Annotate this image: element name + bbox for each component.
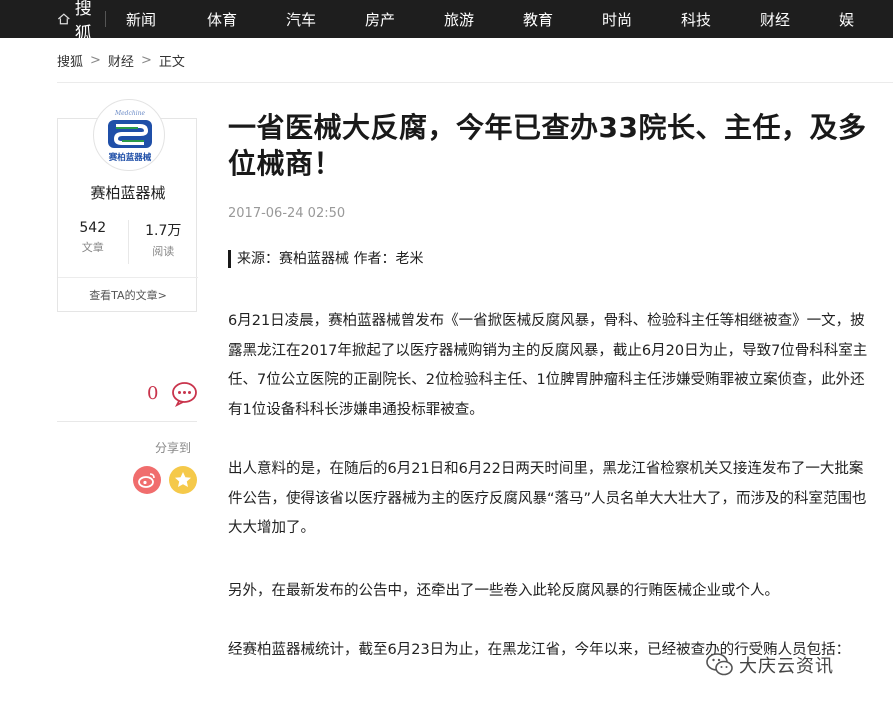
author-logo: Medchine 赛柏蓝器械: [108, 110, 152, 163]
author-stats: 542 文章 1.7万 阅读: [58, 220, 198, 264]
share-favorite-button[interactable]: [169, 466, 197, 494]
article-paragraph: 6月21日凌晨，赛柏蓝器械曾发布《一省掀医械反腐风暴，骨科、检验科主任等相继被查…: [228, 313, 868, 418]
watermark-text: 大庆云资讯: [739, 656, 834, 677]
comment-count[interactable]: 0: [147, 383, 158, 404]
stat-reads: 1.7万 阅读: [127, 220, 199, 264]
side-divider: [57, 421, 197, 422]
breadcrumb-current: 正文: [158, 55, 185, 70]
nav-item-auto[interactable]: 汽车: [264, 9, 343, 30]
weibo-icon: [138, 473, 155, 488]
article-source: 来源：赛柏蓝器械 作者：老米: [228, 250, 423, 268]
comment-icon[interactable]: [171, 380, 198, 407]
nav-item-sports[interactable]: 体育: [185, 9, 264, 30]
author-name[interactable]: 赛柏蓝器械: [58, 182, 198, 203]
sohu-home-link[interactable]: 搜狐: [0, 0, 106, 38]
reads-count: 1.7万: [145, 223, 182, 239]
breadcrumb-finance[interactable]: 财经: [108, 51, 134, 70]
home-icon: [57, 13, 70, 25]
nav-item-entertainment[interactable]: 娱: [817, 9, 893, 30]
share-weibo-button[interactable]: [133, 466, 161, 494]
logo-caption: 赛柏蓝器械: [108, 152, 152, 163]
author-card: Medchine 赛柏蓝器械 赛柏蓝器械 542 文章 1.7万 阅读 查看TA…: [57, 99, 198, 312]
author-avatar[interactable]: Medchine 赛柏蓝器械: [93, 99, 165, 171]
stat-articles: 542 文章: [58, 220, 128, 264]
share-label: 分享到: [155, 441, 192, 455]
nav-item-education[interactable]: 教育: [501, 9, 580, 30]
article-paragraph: 另外，在最新发布的公告中，还牵出了一些卷入此轮反腐风暴的行贿医械企业或个人。: [228, 583, 779, 599]
watermark: 大庆云资讯: [705, 651, 834, 679]
chevron-right-icon: >: [90, 53, 101, 68]
nav-item-fashion[interactable]: 时尚: [580, 9, 659, 30]
logo-caption-top: Medchine: [114, 110, 146, 117]
breadcrumb-divider: [57, 82, 893, 83]
article-paragraph: 出人意料的是，在随后的6月21日和6月22日两天时间里，黑龙江省检察机关又接连发…: [228, 461, 867, 536]
nav-item-news[interactable]: 新闻: [106, 9, 185, 30]
chevron-right-icon: >: [140, 53, 152, 68]
nav-item-house[interactable]: 房产: [343, 9, 422, 30]
nav-item-finance[interactable]: 财经: [738, 9, 817, 30]
nav-item-tech[interactable]: 科技: [659, 9, 738, 30]
breadcrumb-home[interactable]: 搜狐: [57, 51, 83, 70]
wechat-icon: [706, 653, 733, 676]
brand-name: 搜狐: [74, 0, 93, 38]
top-nav: 搜狐 新闻 体育 汽车 房产 旅游 教育 时尚 科技 财经 娱: [0, 0, 893, 38]
articles-count: 542: [79, 220, 107, 236]
article-date: 2017-06-24 02:50: [228, 206, 346, 221]
star-icon: [175, 472, 191, 487]
article-title: 一省医械大反腐，今年已查办33院长、主任，及多位械商！: [228, 111, 867, 180]
breadcrumb: 搜狐 > 财经 > 正文: [57, 51, 185, 70]
articles-label: 文章: [81, 241, 104, 254]
view-articles-link[interactable]: 查看TA的文章>: [58, 277, 198, 312]
reads-label: 阅读: [152, 245, 175, 258]
nav-items: 新闻 体育 汽车 房产 旅游 教育 时尚 科技 财经 娱: [106, 0, 893, 38]
nav-item-travel[interactable]: 旅游: [422, 9, 501, 30]
